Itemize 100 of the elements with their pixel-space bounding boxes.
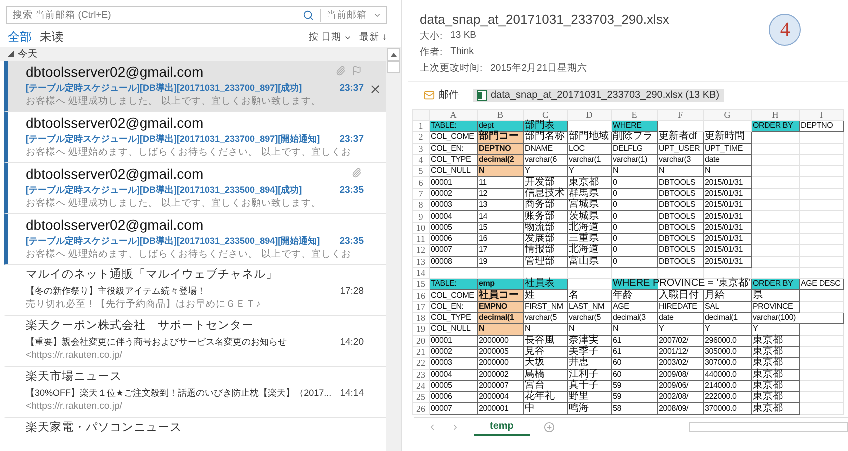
sheet-cell: 58 <box>612 402 658 414</box>
row-number[interactable]: 12 <box>412 244 430 256</box>
column-header[interactable]: B <box>478 110 524 120</box>
row-number[interactable]: 21 <box>412 346 430 358</box>
column-header[interactable]: C <box>524 110 568 120</box>
scrollbar[interactable] <box>386 47 401 451</box>
previous-sheet-icon[interactable] <box>428 422 437 432</box>
sheet-cell: varchar(1) <box>612 154 658 166</box>
row-number[interactable]: 13 <box>412 256 430 268</box>
message-item[interactable]: マルイのネット通販「マルイウェブチャネル」 【冬の新作祭り】主役級アイテム続々登場！ 17:28 売り切れ必至！【先行予約商品】はお早めにＧＥＴ♪ <box>4 265 386 316</box>
message-subject: [テーブル定時スケジュール][DB導出][20171031_233700_897][開始通知] <box>26 133 320 146</box>
sheet-cell: 59 <box>612 380 658 392</box>
message-subject: 【冬の新作祭り】主役級アイテム続々登場！ <box>26 285 206 298</box>
sheet-cell: 花年礼 <box>524 392 568 403</box>
sheet-cell: 00007 <box>430 244 478 256</box>
sheet-cell: DBTOOLS <box>658 233 704 245</box>
row-number[interactable]: 6 <box>412 176 430 188</box>
search-icon[interactable] <box>303 10 314 20</box>
sheet-cell: COL_COME <box>430 132 478 144</box>
message-item[interactable]: dbtoolsserver02@gmail.com [テーブル定時スケジュール][DB導出][20171031_233500_894][成功] 23:35 お客様へ 処理成功しました。 以上です、宜しくお願い致します。 <box>4 163 386 214</box>
sheet-cell: 富山県 <box>568 256 612 268</box>
sort-order-button[interactable]: 最新 ↓ <box>360 31 387 44</box>
filter-tab[interactable]: 未读 <box>40 29 64 46</box>
sheet-cell: 真千子 <box>568 380 612 392</box>
delete-button[interactable] <box>369 83 382 96</box>
row-number[interactable]: 8 <box>412 200 430 211</box>
filter-tab[interactable]: 全部 <box>8 29 32 46</box>
sheet-cell: 入職日付 <box>658 290 704 302</box>
message-preview: お客様へ 処理始めます、しばらくお待ちください。 以上です、宜しくお <box>26 146 352 160</box>
row-number[interactable]: 16 <box>412 290 430 302</box>
sheet-cell: COL_TYPE <box>430 154 478 166</box>
sheet-cell: 東京都 <box>752 402 800 414</box>
message-subject: [テーブル定時スケジュール][DB導出][20171031_233700_897][成功] <box>26 82 302 95</box>
sheet-cell: N <box>704 166 752 177</box>
sheet-cell: N <box>524 324 568 336</box>
sheet-cell: 16 <box>478 233 524 245</box>
sheet-cell: 群馬県 <box>568 188 612 200</box>
sheet-cell: 00006 <box>430 233 478 245</box>
sheet-cell: 茨城県 <box>568 210 612 222</box>
row-number[interactable]: 17 <box>412 301 430 313</box>
row-number[interactable]: 9 <box>412 210 430 222</box>
scrollbar-thumb[interactable] <box>387 61 400 73</box>
scroll-up-icon[interactable] <box>390 52 396 56</box>
column-header[interactable]: D <box>568 110 612 120</box>
attachment-chip[interactable]: 邮件 <box>420 87 463 103</box>
column-header[interactable]: H <box>752 110 800 120</box>
sort-by-button[interactable]: 按 日期 <box>308 31 352 44</box>
sheet-cell: COL_EN: <box>430 301 478 313</box>
sheet-cell: N <box>658 166 704 177</box>
row-number[interactable]: 18 <box>412 312 430 324</box>
message-item[interactable]: dbtoolsserver02@gmail.com [テーブル定時スケジュール][DB導出][20171031_233700_897][成功] 23:37 お客様へ 処理成功しました。 以上です、宜しくお願い致します。 <box>4 61 386 112</box>
column-header[interactable]: A <box>430 110 478 120</box>
message-item[interactable]: dbtoolsserver02@gmail.com [テーブル定時スケジュール][DB導出][20171031_233700_897][開始通知] 23:37 お客様へ 処理始めます、しばらくお待ちください。 以上です、宜しくお <box>4 112 386 163</box>
column-header[interactable]: F <box>658 110 704 120</box>
search-field[interactable]: 搜索 当前邮箱 (Ctrl+E) 当前邮箱 <box>6 6 387 24</box>
row-number[interactable]: 2 <box>412 132 430 144</box>
sheet-cell: 三重県 <box>568 233 612 245</box>
row-number[interactable]: 11 <box>412 233 430 245</box>
row-number[interactable]: 5 <box>412 166 430 177</box>
message-sender: 楽天クーポン株式会社 サポートセンター <box>26 318 254 334</box>
sheet-cell: COL_EN: <box>430 143 478 154</box>
add-sheet-icon[interactable] <box>544 422 555 433</box>
sheet-cell: 296000.0 <box>704 335 752 346</box>
sheet-cell: 2015/01/31 <box>704 222 752 234</box>
column-header[interactable]: G <box>704 110 752 120</box>
collapse-triangle-icon[interactable] <box>8 51 14 57</box>
row-number[interactable]: 25 <box>412 392 430 403</box>
row-number[interactable]: 23 <box>412 369 430 380</box>
sheet-cell: 00004 <box>430 210 478 222</box>
sheet-cell: UPT_TIME <box>704 143 752 154</box>
sheet-cell: 2000001 <box>478 402 524 414</box>
column-header[interactable]: E <box>612 110 658 120</box>
row-number[interactable]: 4 <box>412 154 430 166</box>
message-item[interactable]: 楽天市場ニュース 【30%OFF】楽天１位★ご注文殺到！話題のいびき防止枕【楽天】（2017... 14:14 <https://r.rakuten.co.jp/ <box>4 367 386 418</box>
sheet-cell: 東京都 <box>752 346 800 358</box>
row-number[interactable]: 24 <box>412 380 430 392</box>
horizontal-scrollbar[interactable] <box>688 422 848 432</box>
sheet-cell: 部門名称 <box>524 132 568 144</box>
sheet-cell: 2009/08/ <box>658 369 704 380</box>
flag-icon[interactable] <box>352 66 362 76</box>
sheet-cell: 15 <box>478 222 524 234</box>
sheet-cell: 2000004 <box>478 392 524 403</box>
sheet-cell: COL_COME <box>430 290 478 302</box>
sheet-cell: 奈津実 <box>568 335 612 346</box>
next-sheet-icon[interactable] <box>451 422 460 432</box>
row-number[interactable]: 3 <box>412 143 430 154</box>
sheet-cell: 370000.0 <box>704 402 752 414</box>
column-header[interactable]: I <box>800 110 844 120</box>
row-number[interactable]: 14 <box>412 267 430 279</box>
sheet-cell: HIREDATE <box>658 301 704 313</box>
sheet-cell: 214000.0 <box>704 380 752 392</box>
row-number[interactable]: 10 <box>412 222 430 234</box>
row-number[interactable]: 19 <box>412 324 430 336</box>
message-item[interactable]: dbtoolsserver02@gmail.com [テーブル定時スケジュール][DB導出][20171031_233500_894][開始通知] 23:35 お客様へ 処理始めます、しばらくお待ちください。 以上です、宜しくお <box>4 214 386 265</box>
attachment-chip[interactable]: data_snap_at_20171031_233703_290.xlsx (13 KB) <box>473 88 724 102</box>
row-number[interactable]: 26 <box>412 402 430 414</box>
row-number[interactable]: 7 <box>412 188 430 200</box>
row-number[interactable]: 22 <box>412 358 430 370</box>
scope-dropdown[interactable]: 当前邮箱 <box>320 8 367 22</box>
row-number[interactable]: 20 <box>412 335 430 346</box>
